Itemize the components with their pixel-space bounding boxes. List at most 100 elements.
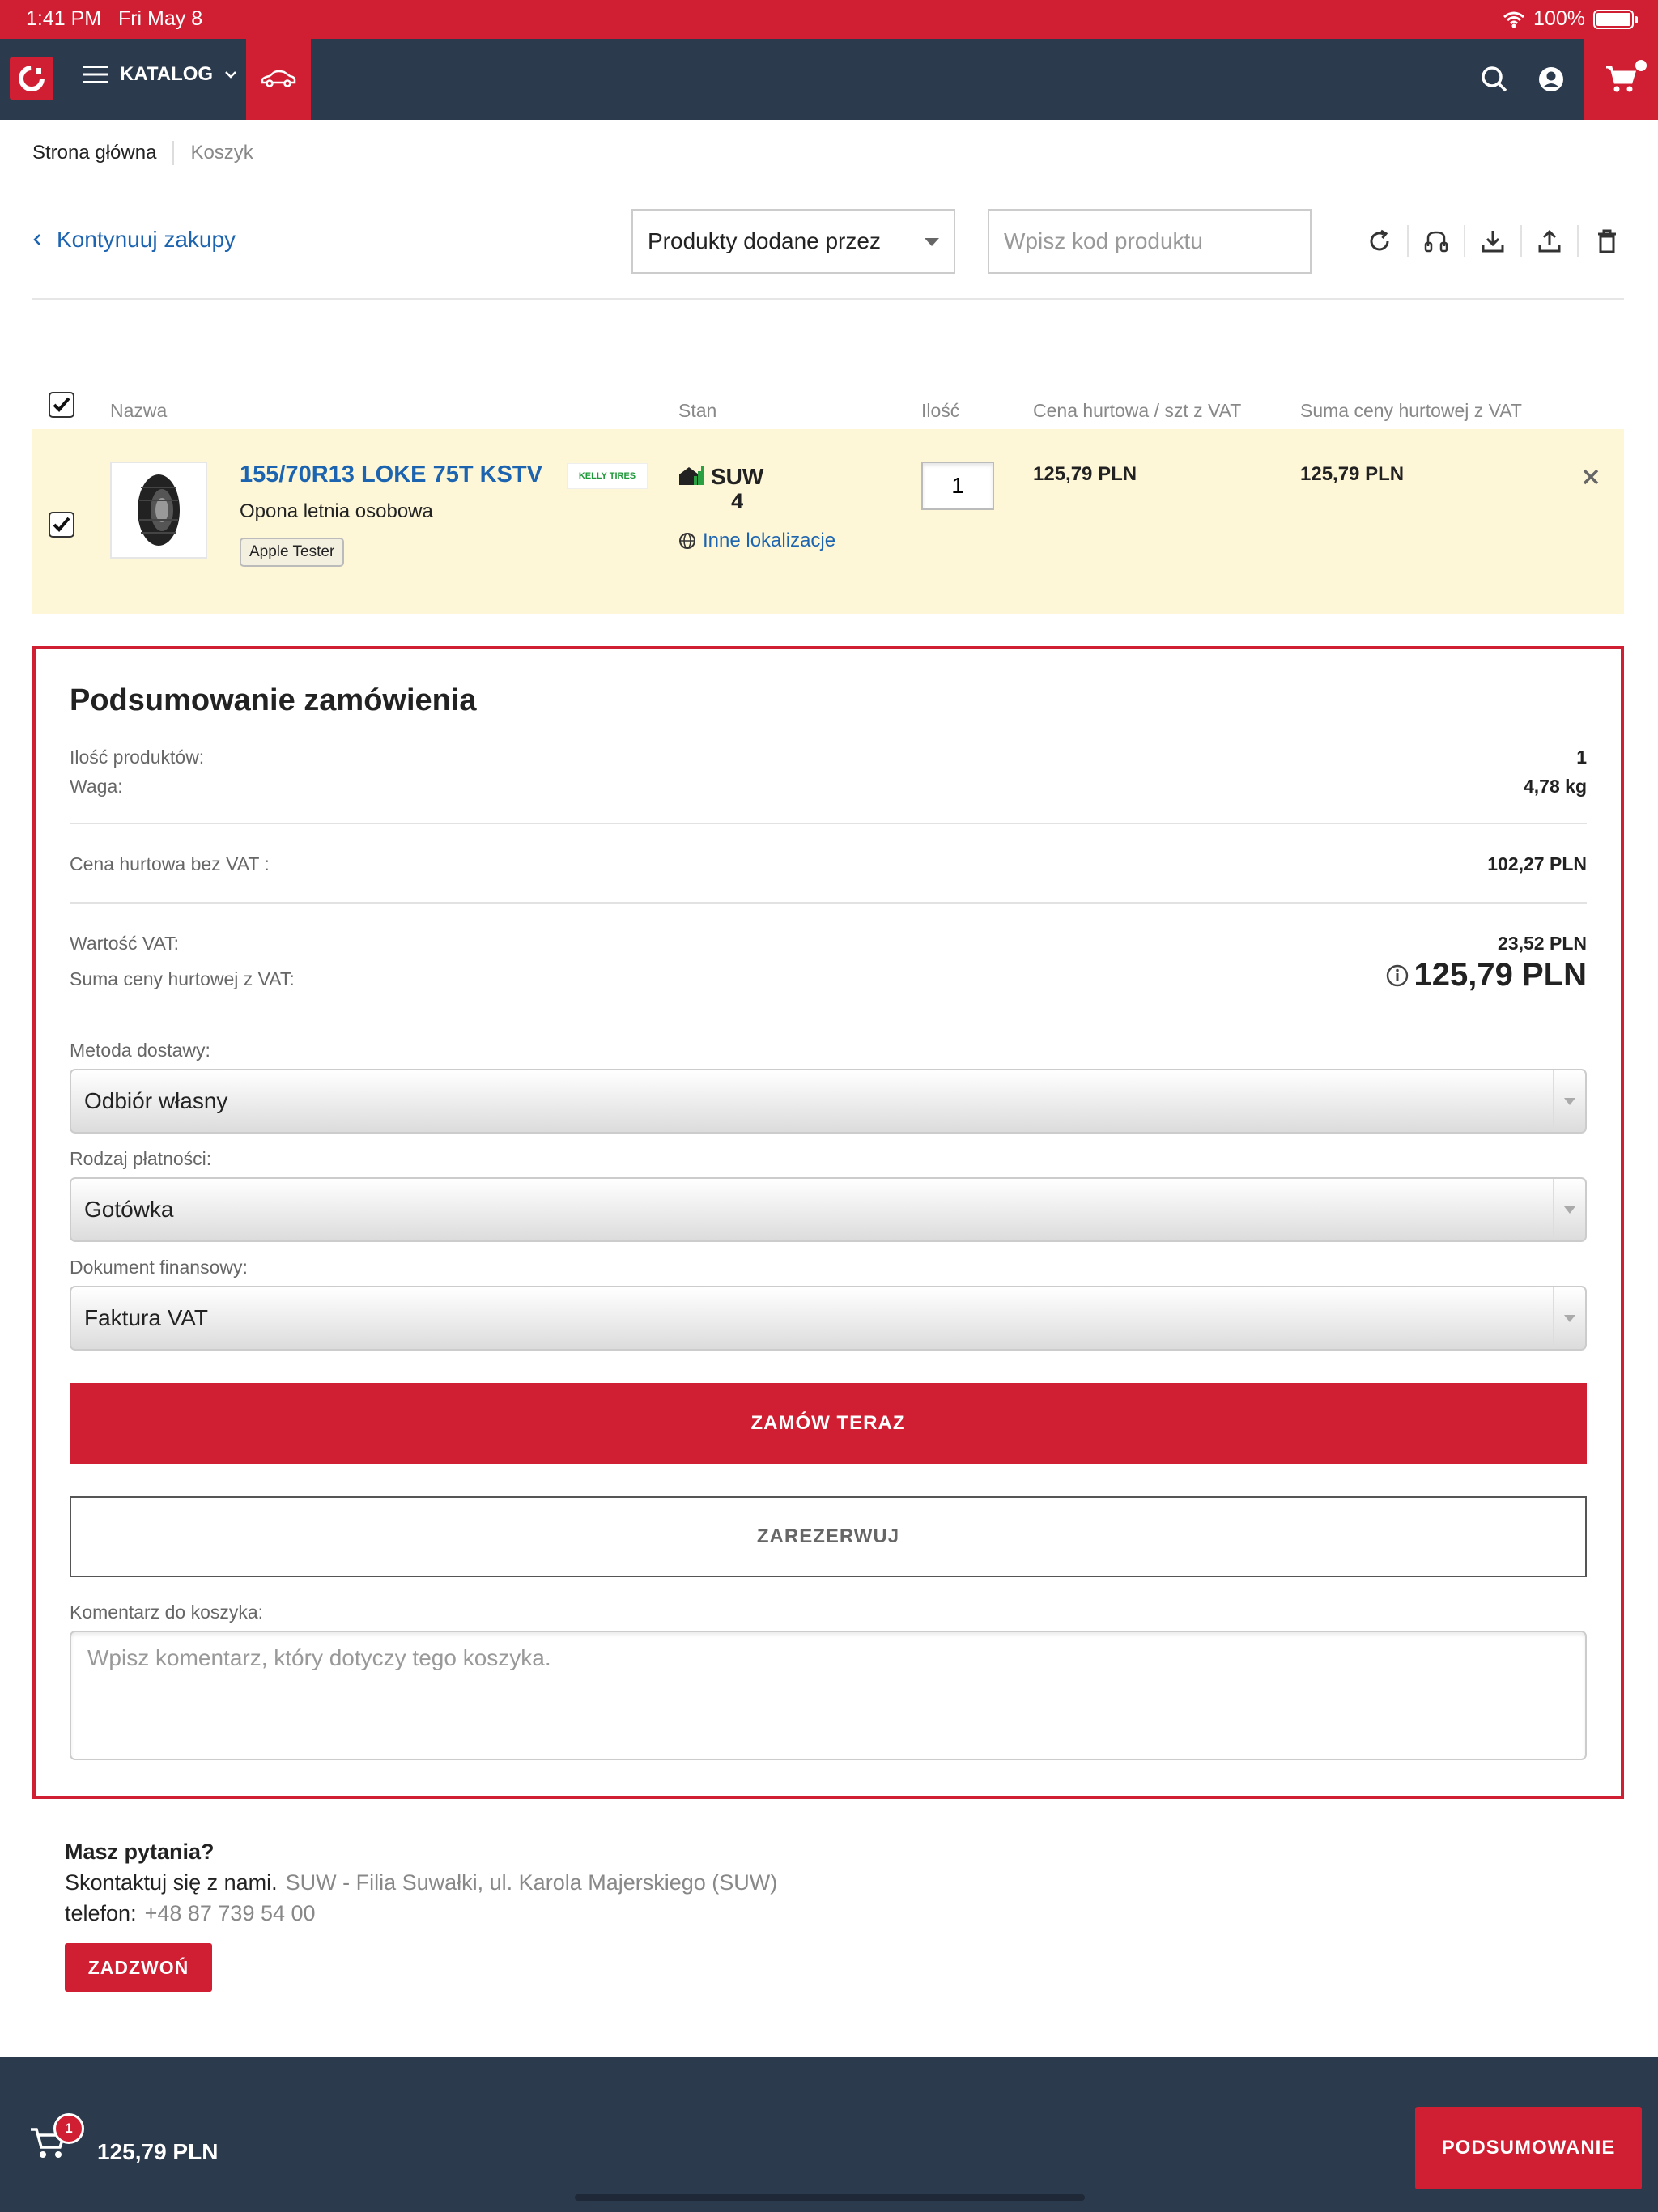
select-all-checkbox[interactable] <box>49 392 74 418</box>
brand-logo: KELLY TIRES <box>567 463 648 489</box>
upload-button[interactable] <box>1522 225 1579 257</box>
financial-document-select[interactable]: Faktura VAT <box>70 1286 1587 1351</box>
info-icon[interactable] <box>1385 963 1409 988</box>
gross-total: 125,79 PLN <box>1385 957 1587 993</box>
payment-type-select[interactable]: Gotówka <box>70 1177 1587 1242</box>
continue-shopping-link[interactable]: Kontynuuj zakupy <box>32 227 236 253</box>
other-locations-label: Inne lokalizacje <box>703 530 836 551</box>
toolbar-divider <box>32 298 1624 300</box>
cart-count-badge: 1 <box>53 2113 84 2144</box>
summary-title: Podsumowanie zamówienia <box>70 683 477 717</box>
logo[interactable] <box>10 57 53 100</box>
net-price-label: Cena hurtowa bez VAT : <box>70 853 270 874</box>
gross-total-label: Suma ceny hurtowej z VAT: <box>70 968 295 989</box>
phone-label: telefon: <box>65 1901 137 1925</box>
share-button[interactable] <box>1409 225 1465 257</box>
search-icon <box>1482 66 1507 92</box>
checkmark-icon <box>53 397 70 412</box>
order-now-button[interactable]: ZAMÓW TERAZ <box>70 1383 1587 1464</box>
warehouse-name: SUW <box>711 464 764 489</box>
breadcrumb-current: Koszyk <box>190 142 253 164</box>
header-total-price: Suma ceny hurtowej z VAT <box>1300 400 1522 421</box>
home-indicator[interactable] <box>575 2194 1085 2201</box>
call-button[interactable]: ZADZWOŃ <box>65 1943 212 1992</box>
header-unit-price: Cena hurtowa / szt z VAT <box>1033 400 1242 421</box>
summary-divider <box>70 823 1587 824</box>
product-thumbnail[interactable] <box>110 462 207 559</box>
bottom-cart-bar: 1 125,79 PLN PODSUMOWANIE <box>0 2057 1658 2212</box>
header-stock: Stan <box>678 400 717 421</box>
wifi-icon <box>1503 11 1525 28</box>
close-icon <box>1583 469 1599 485</box>
header-name: Nazwa <box>110 400 168 421</box>
quantity-input[interactable] <box>921 462 994 510</box>
share-icon <box>1424 231 1448 253</box>
cart-comment-field[interactable] <box>70 1631 1587 1760</box>
continue-shopping-label: Kontynuuj zakupy <box>57 227 236 252</box>
reserve-button[interactable]: ZAREZERWUJ <box>70 1496 1587 1577</box>
status-right: 100% <box>1503 7 1638 31</box>
logo-icon <box>19 66 45 91</box>
vat-value: 23,52 PLN <box>1498 933 1587 954</box>
weight-value: 4,78 kg <box>1524 776 1587 797</box>
other-locations-link[interactable]: Inne lokalizacje <box>678 530 835 552</box>
row-checkbox[interactable] <box>49 512 74 538</box>
product-code-input[interactable] <box>988 209 1312 274</box>
vehicle-button[interactable] <box>246 39 311 120</box>
payment-type-value: Gotówka <box>84 1197 174 1222</box>
net-price-value: 102,27 PLN <box>1487 853 1587 874</box>
stock-warehouse: SUW 4 <box>678 465 763 514</box>
product-tag: Apple Tester <box>240 538 345 567</box>
refresh-button[interactable] <box>1352 225 1409 257</box>
cart-button[interactable] <box>1584 39 1658 120</box>
account-button[interactable] <box>1535 63 1567 96</box>
product-description: Opona letnia osobowa <box>240 500 433 522</box>
delete-cart-button[interactable] <box>1579 225 1635 257</box>
caret-down-icon <box>925 238 939 246</box>
weight-label: Waga: <box>70 776 123 797</box>
chevron-down-icon <box>225 71 236 79</box>
globe-icon <box>679 533 695 549</box>
product-count-value: 1 <box>1576 747 1587 768</box>
chevron-left-icon <box>33 234 40 245</box>
unit-price: 125,79 PLN <box>1033 463 1137 485</box>
dropdown-arrow-icon <box>1553 1179 1585 1240</box>
breadcrumb-home[interactable]: Strona główna <box>32 142 156 164</box>
summary-divider <box>70 902 1587 904</box>
status-time: 1:41 PM Fri May 8 <box>26 7 202 31</box>
checkmark-icon <box>53 517 70 532</box>
breadcrumb: Strona główna Koszyk <box>32 141 253 165</box>
added-by-filter-select[interactable]: Produkty dodane przez <box>631 209 955 274</box>
catalog-label: KATALOG <box>120 63 214 85</box>
order-summary: Podsumowanie zamówienia Ilość produktów:… <box>32 646 1624 1799</box>
gross-total-value: 125,79 PLN <box>1414 957 1587 993</box>
added-by-filter-value: Produkty dodane przez <box>648 228 881 253</box>
vat-label: Wartość VAT: <box>70 933 180 954</box>
car-icon <box>261 70 296 87</box>
battery-icon <box>1593 9 1638 29</box>
delivery-method-value: Odbiór własny <box>84 1088 228 1113</box>
summary-button[interactable]: PODSUMOWANIE <box>1415 2107 1642 2189</box>
dropdown-arrow-icon <box>1553 1070 1585 1132</box>
delivery-method-select[interactable]: Odbiór własny <box>70 1069 1587 1134</box>
phone-number[interactable]: +48 87 739 54 00 <box>145 1901 316 1925</box>
hamburger-icon <box>83 66 108 83</box>
branch-address: SUW - Filia Suwałki, ul. Karola Majerski… <box>285 1870 778 1895</box>
product-name-link[interactable]: 155/70R13 LOKE 75T KSTV <box>240 462 542 488</box>
dropdown-arrow-icon <box>1553 1287 1585 1349</box>
catalog-menu[interactable]: KATALOG <box>83 63 237 86</box>
contact-title: Masz pytania? <box>65 1840 215 1864</box>
user-icon <box>1539 67 1563 91</box>
contact-phone-line: telefon: +48 87 739 54 00 <box>65 1901 316 1926</box>
financial-document-label: Dokument finansowy: <box>70 1257 248 1278</box>
breadcrumb-separator <box>172 141 175 165</box>
download-button[interactable] <box>1465 225 1522 257</box>
row-total-price: 125,79 PLN <box>1300 463 1405 485</box>
search-button[interactable] <box>1478 63 1511 96</box>
cart-icon <box>1606 66 1637 92</box>
trash-icon <box>1598 229 1616 253</box>
payment-type-label: Rodzaj płatności: <box>70 1148 212 1169</box>
status-bar: 1:41 PM Fri May 8 100% <box>0 0 1658 39</box>
remove-item-button[interactable] <box>1582 462 1600 493</box>
warehouse-stock-icon <box>679 466 704 485</box>
